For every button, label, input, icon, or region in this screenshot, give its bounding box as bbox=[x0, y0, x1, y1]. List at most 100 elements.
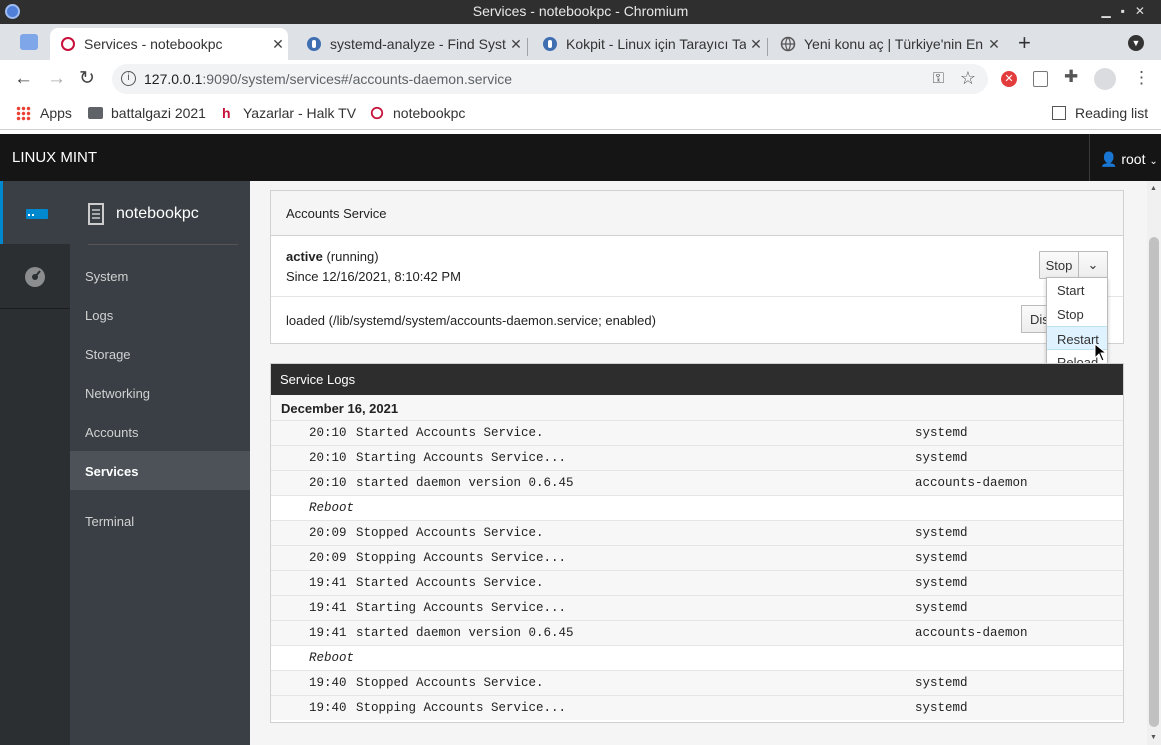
key-icon[interactable]: ⚿ bbox=[933, 70, 944, 87]
tab-yeni-konu[interactable]: Yeni konu aç | Türkiye'nin En ✕ bbox=[770, 28, 1004, 60]
tab-systemd-analyze[interactable]: systemd-analyze - Find System ✕ bbox=[296, 28, 526, 60]
log-reboot-marker[interactable]: Reboot bbox=[271, 645, 1123, 670]
logs-title: Service Logs bbox=[271, 364, 1123, 395]
log-time: 19:40 bbox=[309, 701, 347, 715]
forward-icon[interactable]: → bbox=[47, 68, 66, 90]
site-shield-icon bbox=[543, 37, 557, 51]
bookmark-folder-battalgazi[interactable]: battalgazi 2021 bbox=[88, 105, 206, 121]
log-source: systemd bbox=[915, 526, 968, 540]
close-tab-icon[interactable]: ✕ bbox=[506, 36, 526, 53]
close-tab-icon[interactable]: ✕ bbox=[984, 36, 1004, 53]
log-entry-row[interactable]: 20:10 Started Accounts Service. systemd bbox=[271, 420, 1123, 445]
halktv-icon: h bbox=[222, 105, 231, 121]
tab-search-icon[interactable]: ▼ bbox=[1128, 35, 1144, 51]
globe-icon bbox=[780, 36, 796, 52]
log-entry-row[interactable]: 19:40 Stopping Accounts Service... systemd bbox=[271, 695, 1123, 720]
site-shield-icon bbox=[307, 37, 321, 51]
log-entry-row[interactable]: 19:41 Starting Accounts Service... systemd bbox=[271, 595, 1123, 620]
log-source: systemd bbox=[915, 676, 968, 690]
back-icon[interactable]: ← bbox=[14, 68, 33, 90]
reading-list-icon bbox=[1052, 106, 1066, 120]
scrollbar-thumb[interactable] bbox=[1149, 237, 1159, 727]
log-source: systemd bbox=[915, 551, 968, 565]
profile-avatar-icon[interactable] bbox=[1094, 68, 1116, 90]
close-tab-icon[interactable]: ✕ bbox=[746, 36, 766, 53]
tab-kokpit[interactable]: Kokpit - Linux için Tarayıcı Tabanlı ✕ bbox=[532, 28, 766, 60]
nav-system[interactable]: System bbox=[70, 256, 250, 295]
log-source: systemd bbox=[915, 576, 968, 590]
primary-nav bbox=[0, 181, 70, 745]
menu-item-start[interactable]: Start bbox=[1047, 278, 1107, 302]
log-message: Started Accounts Service. bbox=[356, 426, 544, 440]
nav-networking[interactable]: Networking bbox=[70, 373, 250, 412]
log-reboot-marker[interactable]: Reboot bbox=[271, 495, 1123, 520]
server-icon bbox=[25, 208, 48, 219]
window-titlebar: Services - notebookpc - Chromium ▁▪✕ bbox=[0, 0, 1161, 24]
log-entry-row[interactable]: 20:09 Stopping Accounts Service... systemd bbox=[271, 545, 1123, 570]
log-message: Started Accounts Service. bbox=[356, 576, 544, 590]
user-menu[interactable]: 👤 root ⌄ bbox=[1089, 134, 1161, 181]
bookmark-apps[interactable]: Apps bbox=[16, 105, 72, 121]
reader-extension-icon[interactable] bbox=[1033, 71, 1048, 87]
nav-storage[interactable]: Storage bbox=[70, 334, 250, 373]
log-time: 20:09 bbox=[309, 526, 347, 540]
log-message: Stopping Accounts Service... bbox=[356, 701, 567, 715]
new-tab-icon[interactable]: + bbox=[1018, 30, 1031, 56]
info-icon[interactable]: i bbox=[121, 71, 136, 86]
bookmark-notebookpc[interactable]: notebookpc bbox=[370, 105, 465, 121]
bookmarks-bar: Apps battalgazi 2021 h Yazarlar - Halk T… bbox=[0, 98, 1161, 130]
nav-accounts[interactable]: Accounts bbox=[70, 412, 250, 451]
bookmark-halk-tv[interactable]: h Yazarlar - Halk TV bbox=[222, 105, 356, 121]
debian-swirl-icon bbox=[370, 106, 384, 120]
log-source: systemd bbox=[915, 601, 968, 615]
tab-label: systemd-analyze - Find System bbox=[330, 36, 506, 52]
menu-item-stop[interactable]: Stop bbox=[1047, 302, 1107, 326]
close-tab-icon[interactable]: ✕ bbox=[268, 36, 288, 53]
mouse-cursor-icon bbox=[1094, 343, 1108, 362]
service-since: Since 12/16/2021, 8:10:42 PM bbox=[286, 269, 461, 284]
service-action-dropdown-toggle[interactable]: ⌄ bbox=[1078, 251, 1108, 279]
cockpit-masthead: LINUX MINT 👤 root ⌄ bbox=[0, 134, 1161, 181]
chevron-down-icon: ⌄ bbox=[1149, 156, 1158, 167]
nav-host-server[interactable] bbox=[0, 181, 70, 244]
log-message: Stopping Accounts Service... bbox=[356, 551, 567, 565]
log-entry-row[interactable]: 19:40 Stopped Accounts Service. systemd bbox=[271, 670, 1123, 695]
nav-dashboard[interactable] bbox=[0, 245, 70, 308]
tab-strip: Services - notebookpc ✕ systemd-analyze … bbox=[0, 24, 1161, 60]
service-panel: Accounts Service active (running) Since … bbox=[270, 190, 1124, 344]
address-bar[interactable]: i 127.0.0.1:9090/system/services#/accoun… bbox=[112, 64, 988, 94]
tab-services[interactable]: Services - notebookpc ✕ bbox=[50, 28, 288, 60]
log-entry-row[interactable]: 20:09 Stopped Accounts Service. systemd bbox=[271, 520, 1123, 545]
url-text: 127.0.0.1:9090/system/services#/accounts… bbox=[144, 71, 513, 87]
service-status: active (running) bbox=[286, 249, 379, 264]
host-header[interactable]: notebookpc bbox=[88, 203, 199, 225]
nav-services[interactable]: Services bbox=[70, 451, 250, 490]
tab-label: Services - notebookpc bbox=[84, 36, 223, 52]
extensions-puzzle-icon[interactable]: ✚ bbox=[1064, 67, 1078, 87]
bookmark-star-icon[interactable]: ☆ bbox=[960, 68, 976, 89]
log-message: started daemon version 0.6.45 bbox=[356, 626, 574, 640]
nav-logs[interactable]: Logs bbox=[70, 295, 250, 334]
log-message: Stopped Accounts Service. bbox=[356, 676, 544, 690]
stop-button[interactable]: Stop bbox=[1039, 251, 1079, 279]
log-time: 20:09 bbox=[309, 551, 347, 565]
google-translate-icon[interactable] bbox=[20, 34, 38, 50]
content-scrollbar[interactable]: ▲ ▼ bbox=[1147, 181, 1161, 745]
window-controls[interactable]: ▁▪✕ bbox=[1101, 0, 1155, 23]
log-message: Starting Accounts Service... bbox=[356, 601, 567, 615]
log-message: Stopped Accounts Service. bbox=[356, 526, 544, 540]
extension-block-icon[interactable]: ✕ bbox=[1001, 71, 1017, 87]
log-time: 19:41 bbox=[309, 601, 347, 615]
nav-terminal[interactable]: Terminal bbox=[70, 501, 250, 540]
log-entry-row[interactable]: 20:10 Starting Accounts Service... systemd bbox=[271, 445, 1123, 470]
log-entry-row[interactable]: 19:41 started daemon version 0.6.45 accoun… bbox=[271, 620, 1123, 645]
menu-kebab-icon[interactable]: ⋮ bbox=[1133, 68, 1150, 88]
log-entry-row[interactable]: 20:10 started daemon version 0.6.45 accoun… bbox=[271, 470, 1123, 495]
reboot-label: Reboot bbox=[309, 651, 355, 665]
log-time: 20:10 bbox=[309, 426, 347, 440]
log-source: systemd bbox=[915, 426, 968, 440]
reading-list-button[interactable]: Reading list bbox=[1052, 105, 1148, 121]
log-message: Starting Accounts Service... bbox=[356, 451, 567, 465]
log-entry-row[interactable]: 19:41 Started Accounts Service. systemd bbox=[271, 570, 1123, 595]
reload-icon[interactable]: ↻ bbox=[79, 67, 95, 90]
